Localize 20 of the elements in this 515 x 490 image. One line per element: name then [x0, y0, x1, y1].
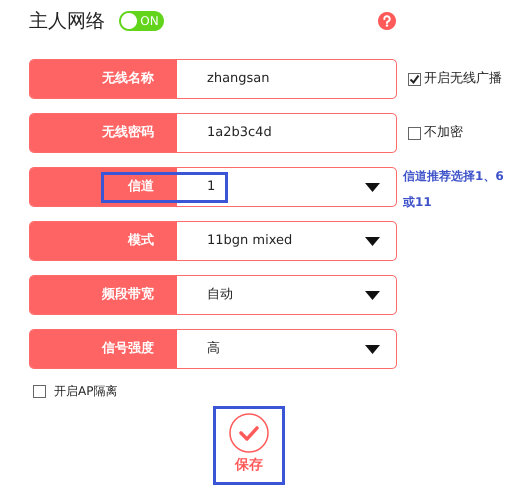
checkbox-label: 开启无线广播: [424, 70, 502, 88]
checkbox-label: 不加密: [424, 124, 463, 142]
checkbox-label: 开启AP隔离: [54, 383, 118, 400]
input-field[interactable]: 无线密码 1a2b3c4d: [29, 113, 397, 153]
checkbox[interactable]: [33, 384, 46, 398]
caret-icon: [365, 290, 380, 300]
input-field[interactable]: 无线名称 zhangsan: [29, 59, 397, 99]
select-field[interactable]: 信道 1: [29, 167, 397, 207]
caret-icon: [365, 344, 380, 354]
help-icon[interactable]: [378, 11, 396, 31]
select-field[interactable]: 信号强度 高: [29, 329, 397, 369]
checkbox[interactable]: [408, 126, 421, 140]
select-field[interactable]: 频段带宽 自动: [29, 275, 397, 315]
check-circle-icon: [229, 413, 269, 453]
checkbox[interactable]: [408, 72, 421, 86]
caret-icon: [365, 182, 380, 192]
section-title: 主人网络: [29, 8, 105, 34]
caret-icon: [365, 236, 380, 246]
select-field[interactable]: 模式 11bgn mixed: [29, 221, 397, 261]
hint-text: 信道推荐选择1、6或11: [403, 168, 505, 211]
